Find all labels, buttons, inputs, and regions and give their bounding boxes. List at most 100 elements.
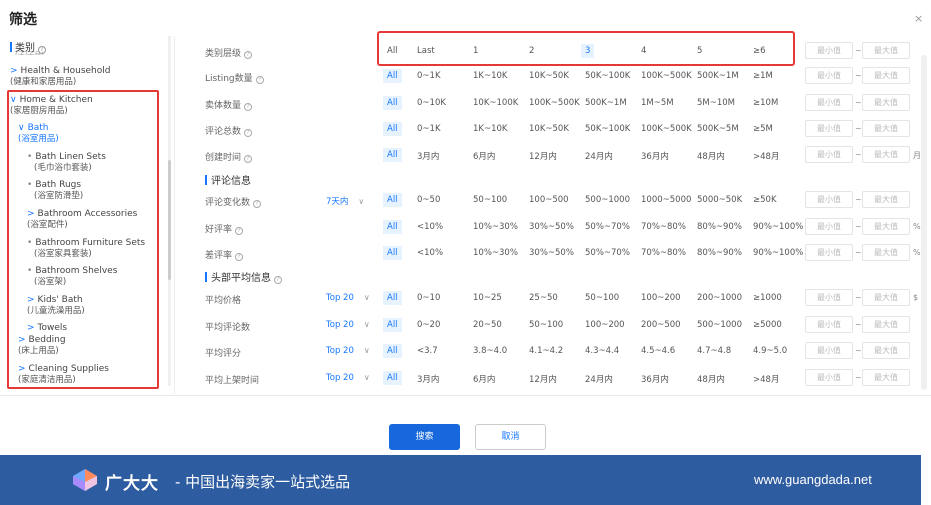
range-select[interactable]: Top 20 ∨ [326, 293, 370, 303]
option-all[interactable]: All [383, 318, 402, 332]
tree-scrollbar-thumb[interactable] [168, 160, 171, 280]
filter-option[interactable]: 80%~90% [693, 246, 746, 260]
max-value-input[interactable]: 最大值 [862, 67, 910, 84]
max-value-input[interactable]: 最大值 [862, 244, 910, 261]
min-value-input[interactable]: 最小值 [805, 146, 853, 163]
filter-option[interactable]: 3月内 [413, 148, 443, 164]
min-value-input[interactable]: 最小值 [805, 289, 853, 306]
filter-option[interactable]: 4 [637, 44, 650, 58]
filter-option[interactable]: 200~1000 [693, 291, 746, 305]
filter-option[interactable]: 20~50 [469, 318, 506, 332]
range-select[interactable]: Top 20 ∨ [326, 346, 370, 356]
filter-option[interactable]: 25~50 [525, 291, 562, 305]
filter-option[interactable]: 5 [693, 44, 706, 58]
option-all[interactable]: All [383, 96, 402, 110]
option-all[interactable]: All [383, 148, 402, 162]
min-value-input[interactable]: 最小值 [805, 316, 853, 333]
filter-option[interactable]: 6月内 [469, 148, 499, 164]
option-all[interactable]: All [383, 122, 402, 136]
max-value-input[interactable]: 最大值 [862, 146, 910, 163]
max-value-input[interactable]: 最大值 [862, 42, 910, 59]
max-value-input[interactable]: 最大值 [862, 369, 910, 386]
min-value-input[interactable]: 最小值 [805, 94, 853, 111]
filter-option[interactable]: 50%~70% [581, 246, 634, 260]
min-value-input[interactable]: 最小值 [805, 67, 853, 84]
filter-option[interactable]: 48月内 [693, 148, 729, 164]
max-value-input[interactable]: 最大值 [862, 342, 910, 359]
filter-option[interactable]: ≥5000 [749, 318, 786, 332]
min-value-input[interactable]: 最小值 [805, 218, 853, 235]
filter-option[interactable]: ≥10M [749, 96, 782, 110]
chevron-down-icon[interactable]: ∨ [10, 95, 17, 105]
filter-option[interactable]: ≥1M [749, 69, 777, 83]
filter-option[interactable]: 90%~100% [749, 246, 807, 260]
range-select[interactable]: Top 20 ∨ [326, 320, 370, 330]
filter-option[interactable]: 0~20 [413, 318, 444, 332]
filter-option[interactable]: 100K~500K [525, 96, 584, 110]
filter-option[interactable]: 4.5~4.6 [637, 344, 679, 358]
filter-option[interactable]: ≥5M [749, 122, 777, 136]
tree-node[interactable]: • Bath Linen Sets (毛巾浴巾套装) [27, 152, 106, 174]
tree-node[interactable]: • Bathroom Shelves (浴室架) [27, 266, 117, 288]
chevron-down-icon[interactable]: ∨ [18, 123, 25, 133]
filter-option[interactable]: 24月内 [581, 371, 617, 387]
tree-node[interactable]: ∨ Bath (浴室用品) [18, 123, 59, 145]
filter-option[interactable]: 2 [525, 44, 538, 58]
filter-option[interactable]: 48月内 [693, 371, 729, 387]
bullet-icon[interactable]: • [27, 238, 32, 248]
filter-option[interactable]: >48月 [749, 148, 783, 164]
option-all[interactable]: All [383, 371, 402, 385]
filter-option[interactable]: 4.1~4.2 [525, 344, 567, 358]
max-value-input[interactable]: 最大值 [862, 120, 910, 137]
filter-option[interactable]: 100~500 [525, 193, 573, 207]
filter-option[interactable]: 24月内 [581, 148, 617, 164]
filter-option[interactable]: 0~50 [413, 193, 444, 207]
option-all[interactable]: All [383, 246, 402, 260]
filter-option[interactable]: 500K~1M [581, 96, 631, 110]
filter-option[interactable]: 90%~100% [749, 220, 807, 234]
filter-option[interactable]: 0~1K [413, 69, 445, 83]
filter-option[interactable]: 70%~80% [637, 220, 690, 234]
filter-option[interactable]: 36月内 [637, 371, 673, 387]
tree-node[interactable]: > Towels [27, 323, 67, 334]
filter-option[interactable]: 50K~100K [581, 69, 634, 83]
option-all[interactable]: All [383, 220, 402, 234]
filter-scrollbar[interactable] [921, 55, 927, 390]
filter-option[interactable]: 10K~100K [469, 96, 522, 110]
filter-option[interactable]: 500~1000 [693, 318, 746, 332]
filter-option[interactable]: >48月 [749, 371, 783, 387]
chevron-right-icon[interactable]: > [10, 66, 18, 76]
filter-option[interactable]: 4.3~4.4 [581, 344, 623, 358]
filter-option[interactable]: 500K~1M [693, 69, 743, 83]
max-value-input[interactable]: 最大值 [862, 191, 910, 208]
option-all[interactable]: All [383, 193, 402, 207]
filter-option[interactable]: 10K~50K [525, 69, 573, 83]
filter-option[interactable]: 10~25 [469, 291, 506, 305]
filter-option[interactable]: 12月内 [525, 371, 561, 387]
option-all[interactable]: All [383, 44, 402, 58]
filter-option[interactable]: 1K~10K [469, 69, 512, 83]
filter-option[interactable]: 10%~30% [469, 246, 522, 260]
tree-node[interactable]: > Bathroom Accessories (浴室配件) [27, 209, 137, 231]
filter-option[interactable]: ≥50K [749, 193, 781, 207]
filter-option[interactable]: 3.8~4.0 [469, 344, 511, 358]
filter-option[interactable]: 100~200 [637, 291, 685, 305]
chevron-right-icon[interactable]: > [18, 364, 26, 374]
bullet-icon[interactable]: • [27, 180, 32, 190]
filter-option[interactable]: 30%~50% [525, 220, 578, 234]
filter-option[interactable]: 80%~90% [693, 220, 746, 234]
filter-option[interactable]: 3月内 [413, 371, 443, 387]
cancel-button[interactable]: 取消 [475, 424, 546, 450]
filter-option[interactable]: 200~500 [637, 318, 685, 332]
option-all[interactable]: All [383, 344, 402, 358]
min-value-input[interactable]: 最小值 [805, 191, 853, 208]
filter-option[interactable]: ≥1000 [749, 291, 786, 305]
range-select[interactable]: Top 20 ∨ [326, 373, 370, 383]
tree-node[interactable]: > Health & Household (健康和家居用品) [10, 66, 110, 88]
bullet-icon[interactable]: • [27, 266, 32, 276]
filter-option[interactable]: 100K~500K [637, 69, 696, 83]
tree-node[interactable]: > Bedding (床上用品) [18, 335, 66, 357]
filter-option[interactable]: <10% [413, 246, 447, 260]
filter-option[interactable]: 1M~5M [637, 96, 678, 110]
filter-option[interactable]: <3.7 [413, 344, 442, 358]
